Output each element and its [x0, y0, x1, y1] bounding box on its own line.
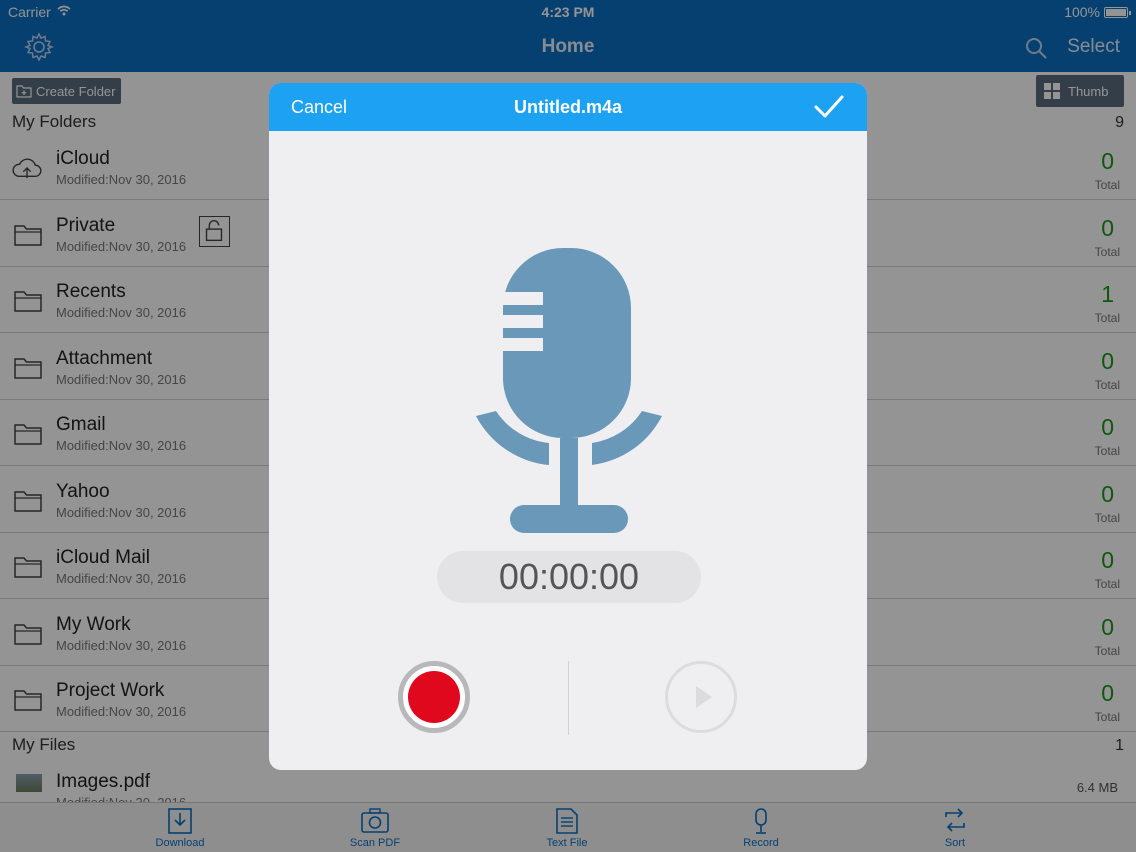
record-dot-icon: [408, 671, 460, 723]
checkmark-icon[interactable]: [813, 93, 845, 121]
audio-recorder-dialog: Cancel Untitled.m4a 00:00:00: [269, 83, 867, 770]
recording-timer: 00:00:00: [437, 551, 701, 603]
play-button[interactable]: [665, 661, 737, 733]
dialog-header: Cancel Untitled.m4a: [269, 83, 867, 131]
microphone-illustration-icon: [476, 248, 662, 533]
recording-file-name: Untitled.m4a: [513, 97, 623, 117]
record-button[interactable]: [398, 661, 470, 733]
play-icon: [696, 686, 712, 708]
controls-divider: [568, 661, 569, 735]
